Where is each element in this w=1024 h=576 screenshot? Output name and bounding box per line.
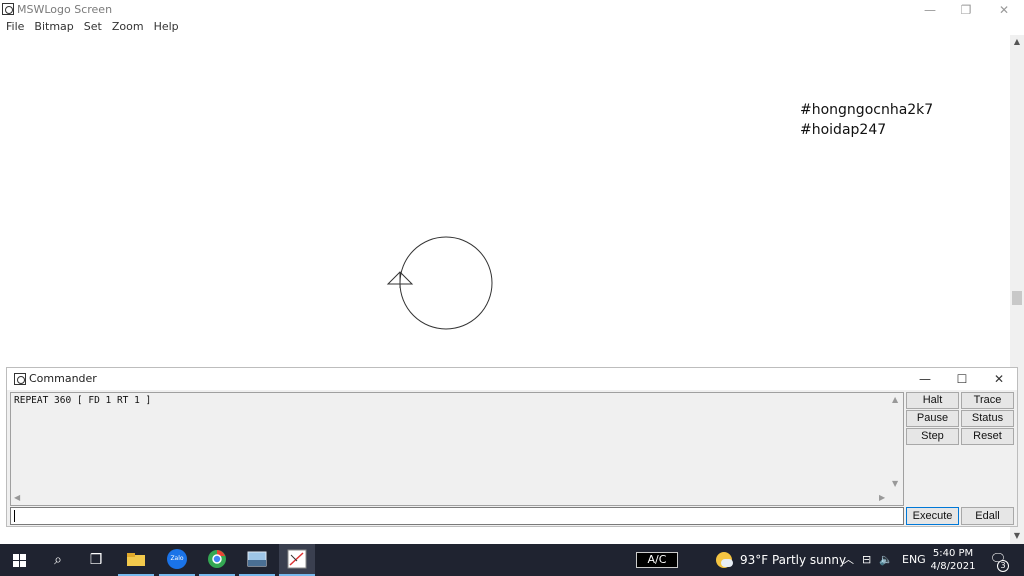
search-icon[interactable]: ⌕: [40, 544, 76, 576]
command-history[interactable]: REPEAT 360 [ FD 1 RT 1 ] ▲ ▼ ◀ ▶: [10, 392, 904, 506]
turtle-drawing: [386, 236, 493, 330]
logo-canvas[interactable]: #hongngocnha2k7 #hoidap247: [0, 36, 1010, 366]
tray-chevron-icon[interactable]: ︿: [843, 552, 854, 568]
menu-file[interactable]: File: [0, 19, 28, 35]
commander-minimize-button[interactable]: —: [910, 370, 940, 388]
reset-button[interactable]: Reset: [961, 428, 1014, 445]
app-icon: [2, 3, 14, 15]
language-indicator[interactable]: ENG: [902, 552, 926, 568]
history-scroll-down-icon[interactable]: ▼: [892, 479, 898, 489]
mswlogo-desktop: MSWLogo Screen — ❐ ✕ File Bitmap Set Zoo…: [0, 0, 1024, 576]
network-icon[interactable]: ⊟: [862, 552, 871, 568]
trace-button[interactable]: Trace: [961, 392, 1014, 409]
menu-bar: File Bitmap Set Zoom Help: [0, 19, 1024, 35]
clock[interactable]: 5:40 PM 4/8/2021: [926, 547, 980, 573]
windows-icon: [12, 553, 26, 567]
drawn-circle: [399, 236, 493, 330]
commander-title: Commander: [29, 372, 97, 385]
history-scroll-left-icon[interactable]: ◀: [14, 493, 20, 503]
zalo-app-icon[interactable]: Zalo: [159, 544, 195, 576]
scroll-thumb[interactable]: [1012, 291, 1022, 305]
commander-icon: [14, 373, 26, 385]
status-button[interactable]: Status: [961, 410, 1014, 427]
title-bar: MSWLogo Screen — ❐ ✕: [0, 0, 1024, 19]
notification-count-badge: 3: [997, 560, 1009, 572]
ac-indicator[interactable]: A/C: [636, 552, 678, 568]
menu-set[interactable]: Set: [78, 19, 106, 35]
image-icon: [247, 551, 267, 567]
clock-time: 5:40 PM: [932, 548, 974, 559]
file-explorer-icon[interactable]: [118, 544, 154, 576]
scroll-down-icon[interactable]: ▼: [1010, 529, 1024, 543]
edall-button[interactable]: Edall: [961, 507, 1014, 525]
menu-help[interactable]: Help: [148, 19, 183, 35]
scroll-up-icon[interactable]: ▲: [1010, 35, 1024, 49]
clock-date: 4/8/2021: [930, 561, 976, 572]
logo-app-icon: [287, 549, 307, 569]
history-scroll-right-icon[interactable]: ▶: [879, 493, 885, 503]
chrome-icon[interactable]: [199, 544, 235, 576]
menu-bitmap[interactable]: Bitmap: [28, 19, 77, 35]
history-vertical-scrollbar[interactable]: ▲ ▼: [889, 393, 903, 491]
taskbar: ⌕ ❒ Zalo A/C 93°F Partly sunny ︿ ⊟ 🔈 ENG…: [0, 544, 1024, 576]
commander-window: Commander — ☐ ✕ REPEAT 360 [ FD 1 RT 1 ]…: [6, 367, 1018, 527]
history-horizontal-scrollbar[interactable]: ◀ ▶: [11, 491, 891, 505]
history-scroll-up-icon[interactable]: ▲: [892, 395, 898, 405]
zalo-logo: Zalo: [167, 549, 187, 569]
menu-zoom[interactable]: Zoom: [106, 19, 148, 35]
close-button[interactable]: ✕: [986, 0, 1022, 19]
partly-sunny-icon: [716, 552, 733, 568]
minimize-button[interactable]: —: [912, 0, 948, 19]
restore-button[interactable]: ❐: [948, 0, 984, 19]
start-button[interactable]: [0, 544, 38, 576]
window-title: MSWLogo Screen: [17, 3, 113, 16]
commander-title-bar: Commander — ☐ ✕: [7, 368, 1017, 390]
photos-app-icon[interactable]: [239, 544, 275, 576]
pause-button[interactable]: Pause: [906, 410, 959, 427]
command-input[interactable]: [10, 507, 904, 525]
execute-button[interactable]: Execute: [906, 507, 959, 525]
weather-text: 93°F Partly sunny: [740, 553, 847, 567]
commander-maximize-button[interactable]: ☐: [947, 370, 977, 388]
task-view-icon[interactable]: ❒: [78, 544, 114, 576]
step-button[interactable]: Step: [906, 428, 959, 445]
browser-icon: [208, 550, 226, 568]
volume-icon[interactable]: 🔈: [879, 552, 893, 568]
mswlogo-taskbar-icon[interactable]: [279, 544, 315, 576]
folder-icon: [127, 553, 145, 566]
commander-close-button[interactable]: ✕: [984, 370, 1014, 388]
history-line[interactable]: REPEAT 360 [ FD 1 RT 1 ]: [14, 395, 151, 406]
halt-button[interactable]: Halt: [906, 392, 959, 409]
weather-widget[interactable]: 93°F Partly sunny: [716, 552, 846, 568]
text-caret: [14, 510, 15, 522]
